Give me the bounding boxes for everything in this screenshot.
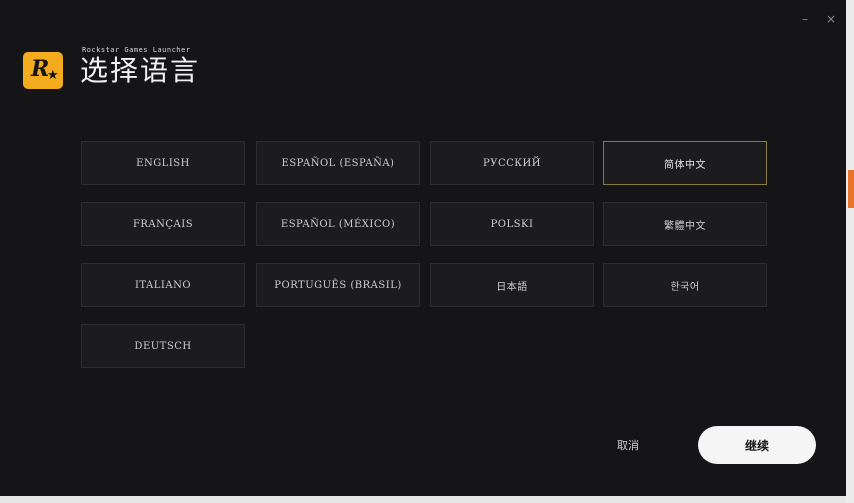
page-title: 选择语言: [80, 54, 201, 87]
language-option-traditional-chinese[interactable]: 繁體中文: [603, 202, 767, 246]
background-window-edge: [846, 0, 854, 503]
language-option-japanese[interactable]: 日本語: [430, 263, 594, 307]
language-option-polski[interactable]: POLSKI: [430, 202, 594, 246]
window-controls: – ×: [802, 12, 836, 26]
continue-button[interactable]: 继续: [698, 426, 816, 464]
minimize-icon[interactable]: –: [802, 12, 808, 26]
background-accent: [848, 170, 854, 208]
brand-name: Rockstar Games Launcher: [82, 46, 191, 54]
language-option-espanol-espana[interactable]: ESPAÑOL (ESPAÑA): [256, 141, 420, 185]
language-option-russian[interactable]: РУССКИЙ: [430, 141, 594, 185]
launcher-window: – × R ★ Rockstar Games Launcher 选择语言 ENG…: [0, 0, 846, 496]
language-option-simplified-chinese[interactable]: 简体中文: [603, 141, 767, 185]
language-option-espanol-mexico[interactable]: ESPAÑOL (MÉXICO): [256, 202, 420, 246]
language-option-english[interactable]: ENGLISH: [81, 141, 245, 185]
cancel-button[interactable]: 取消: [598, 432, 658, 458]
language-option-korean[interactable]: 한국어: [603, 263, 767, 307]
background-window-bottom: [0, 496, 846, 503]
star-icon: ★: [47, 68, 59, 83]
language-option-portugues-brasil[interactable]: PORTUGUÊS (BRASIL): [256, 263, 420, 307]
language-option-deutsch[interactable]: DEUTSCH: [81, 324, 245, 368]
language-option-francais[interactable]: FRANÇAIS: [81, 202, 245, 246]
rockstar-logo: R ★: [23, 52, 63, 89]
close-icon[interactable]: ×: [826, 12, 836, 26]
language-option-italiano[interactable]: ITALIANO: [81, 263, 245, 307]
